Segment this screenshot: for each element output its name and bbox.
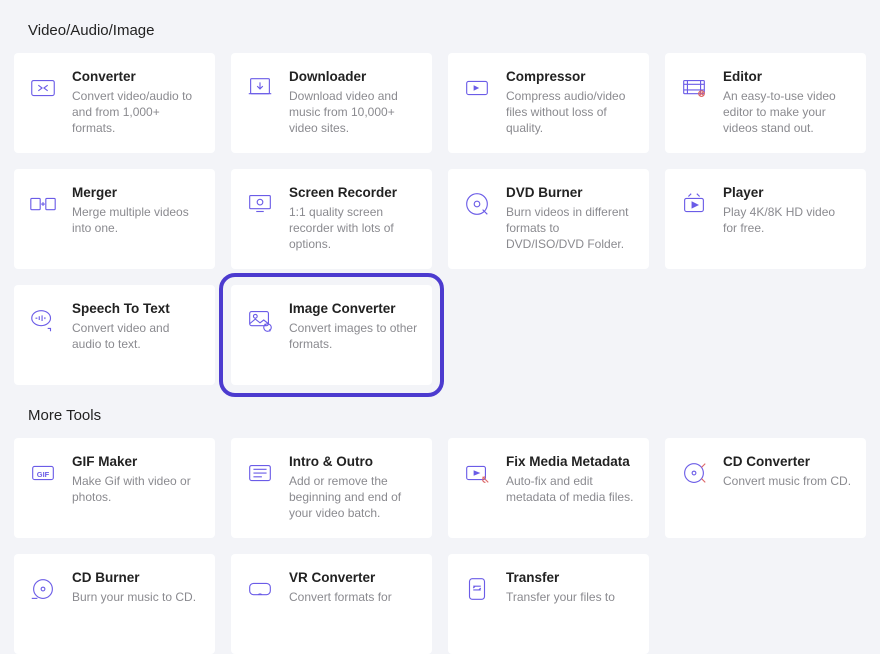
tool-card-intro-outro[interactable]: Intro & Outro Add or remove the beginning… (231, 438, 432, 538)
tool-desc: Burn videos in different formats to DVD/… (506, 204, 635, 253)
tool-title: Compressor (506, 69, 635, 84)
compressor-icon (462, 73, 492, 103)
section-title: Video/Audio/Image (14, 0, 866, 53)
tool-card-converter[interactable]: Converter Convert video/audio to and from… (14, 53, 215, 153)
tool-card-merger[interactable]: Merger Merge multiple videos into one. (14, 169, 215, 269)
downloader-icon (245, 73, 275, 103)
converter-icon (28, 73, 58, 103)
intro-outro-icon (245, 458, 275, 488)
tool-title: Merger (72, 185, 201, 200)
tool-desc: Convert video/audio to and from 1,000+ f… (72, 88, 201, 137)
tool-title: DVD Burner (506, 185, 635, 200)
tool-title: Player (723, 185, 852, 200)
tool-card-gif-maker[interactable]: GIF GIF Maker Make Gif with video or photo… (14, 438, 215, 538)
tool-desc: An easy-to-use video editor to make your… (723, 88, 852, 137)
cd-converter-icon (679, 458, 709, 488)
speech-to-text-icon (28, 305, 58, 335)
tool-desc: Burn your music to CD. (72, 589, 201, 605)
tool-card-editor[interactable]: Editor An easy-to-use video editor to mak… (665, 53, 866, 153)
tool-desc: Merge multiple videos into one. (72, 204, 201, 236)
fix-media-metadata-icon (462, 458, 492, 488)
tool-card-image-converter[interactable]: Image Converter Convert images to other f… (231, 285, 432, 385)
dvd-burner-icon (462, 189, 492, 219)
tool-desc: 1:1 quality screen recorder with lots of… (289, 204, 418, 253)
tool-desc: Convert video and audio to text. (72, 320, 201, 352)
tool-title: GIF Maker (72, 454, 201, 469)
section-title: More Tools (14, 385, 866, 438)
tool-desc: Add or remove the beginning and end of y… (289, 473, 418, 522)
editor-icon (679, 73, 709, 103)
tool-card-screen-recorder[interactable]: Screen Recorder 1:1 quality screen record… (231, 169, 432, 269)
tool-desc: Transfer your files to (506, 589, 635, 605)
tool-desc: Make Gif with video or photos. (72, 473, 201, 505)
tool-title: Transfer (506, 570, 635, 585)
tool-desc: Convert formats for (289, 589, 418, 605)
tool-desc: Play 4K/8K HD video for free. (723, 204, 852, 236)
svg-text:GIF: GIF (37, 470, 50, 479)
tool-title: Converter (72, 69, 201, 84)
image-converter-icon (245, 305, 275, 335)
tool-desc: Compress audio/video files without loss … (506, 88, 635, 137)
tool-desc: Download video and music from 10,000+ vi… (289, 88, 418, 137)
tool-title: CD Burner (72, 570, 201, 585)
tool-desc: Convert images to other formats. (289, 320, 418, 352)
tool-card-vr-converter[interactable]: VR Converter Convert formats for (231, 554, 432, 654)
tool-card-cd-converter[interactable]: CD Converter Convert music from CD. (665, 438, 866, 538)
screen-recorder-icon (245, 189, 275, 219)
tool-title: Speech To Text (72, 301, 201, 316)
tool-card-compressor[interactable]: Compressor Compress audio/video files wit… (448, 53, 649, 153)
transfer-icon (462, 574, 492, 604)
tool-card-transfer[interactable]: Transfer Transfer your files to (448, 554, 649, 654)
cd-burner-icon (28, 574, 58, 604)
tool-title: Editor (723, 69, 852, 84)
tool-card-dvd-burner[interactable]: DVD Burner Burn videos in different forma… (448, 169, 649, 269)
tool-desc: Auto-fix and edit metadata of media file… (506, 473, 635, 505)
merger-icon (28, 189, 58, 219)
tool-card-cd-burner[interactable]: CD Burner Burn your music to CD. (14, 554, 215, 654)
tool-title: VR Converter (289, 570, 418, 585)
tool-card-speech-to-text[interactable]: Speech To Text Convert video and audio to… (14, 285, 215, 385)
tool-title: Intro & Outro (289, 454, 418, 469)
tool-grid: Converter Convert video/audio to and from… (14, 53, 866, 385)
tool-title: Fix Media Metadata (506, 454, 635, 469)
tool-title: Image Converter (289, 301, 418, 316)
tool-card-player[interactable]: Player Play 4K/8K HD video for free. (665, 169, 866, 269)
tool-title: Screen Recorder (289, 185, 418, 200)
tool-grid: GIF GIF Maker Make Gif with video or photo… (14, 438, 866, 654)
tool-title: CD Converter (723, 454, 852, 469)
player-icon (679, 189, 709, 219)
tool-card-fix-media-metadata[interactable]: Fix Media Metadata Auto-fix and edit meta… (448, 438, 649, 538)
gif-maker-icon: GIF (28, 458, 58, 488)
vr-converter-icon (245, 574, 275, 604)
tool-desc: Convert music from CD. (723, 473, 852, 489)
tool-title: Downloader (289, 69, 418, 84)
tool-card-downloader[interactable]: Downloader Download video and music from … (231, 53, 432, 153)
